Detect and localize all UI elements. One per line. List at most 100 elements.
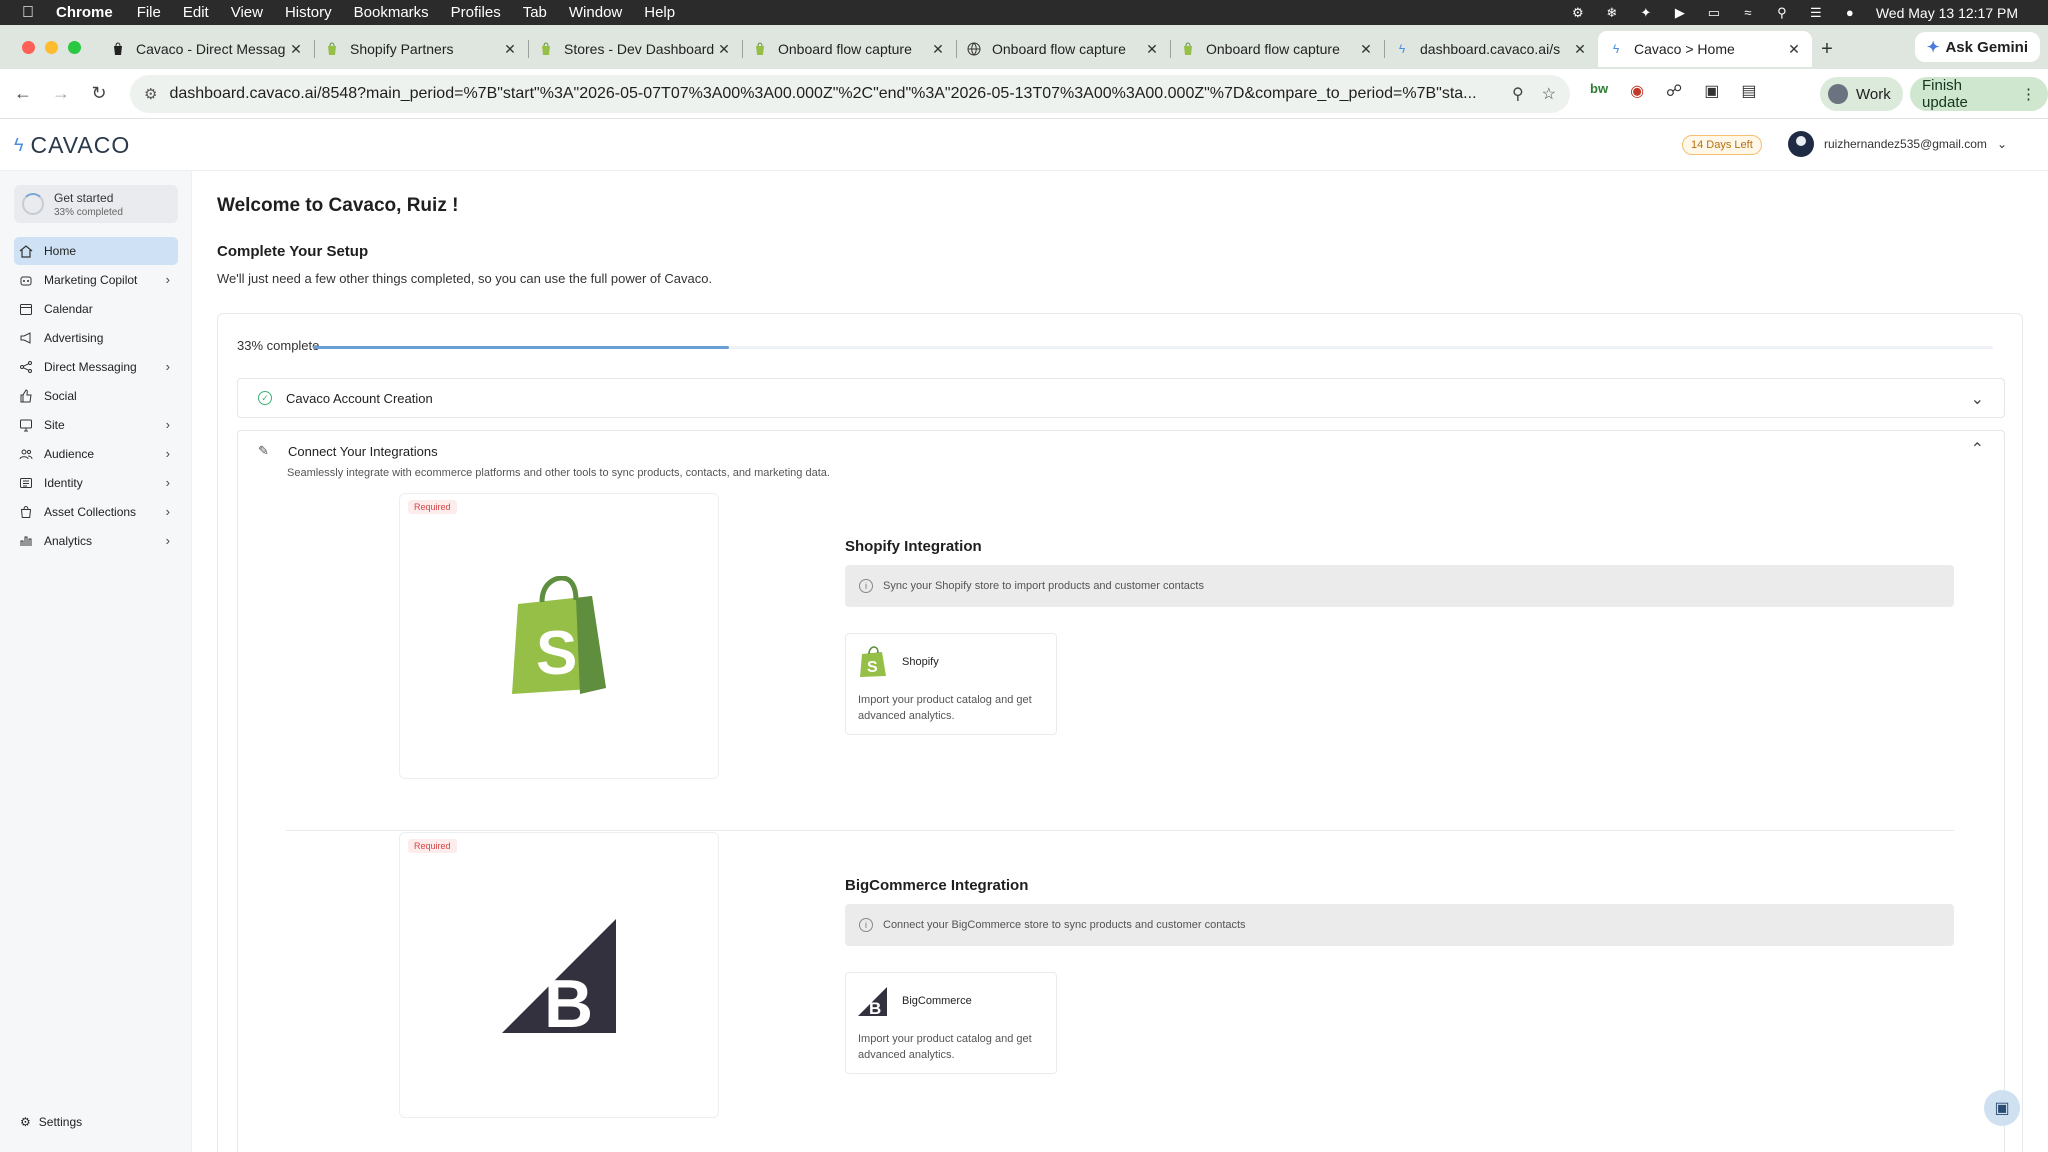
logo-text: CAVACO <box>30 132 131 158</box>
browser-tab-active[interactable]: ϟ Cavaco > Home ✕ <box>1598 31 1812 67</box>
sidebar-item-direct-messaging[interactable]: Direct Messaging › <box>14 353 178 381</box>
accordion-title: Connect Your Integrations <box>288 443 438 459</box>
control-center-icon[interactable]: ☰ <box>1808 5 1824 21</box>
get-started-button[interactable]: Get started 33% completed <box>14 185 178 223</box>
search-icon[interactable]: ⚲ <box>1774 5 1790 21</box>
address-bar[interactable]: ⚙ dashboard.cavaco.ai/8548?main_period=%… <box>130 75 1570 113</box>
sidebar-item-site[interactable]: Site › <box>14 411 178 439</box>
menu-view[interactable]: View <box>231 4 263 21</box>
link-extension-icon[interactable]: ☍ <box>1666 81 1682 101</box>
extensions-puzzle-icon[interactable]: ▣ <box>1704 81 1719 101</box>
account-creation-accordion[interactable]: ✓ Cavaco Account Creation ⌄ <box>237 378 2005 418</box>
back-arrow-icon[interactable]: ← <box>4 83 42 104</box>
close-icon[interactable]: ✕ <box>1786 41 1802 58</box>
battery-icon[interactable]: ▭ <box>1706 5 1722 21</box>
browser-tab[interactable]: ϟ dashboard.cavaco.ai/s ✕ <box>1384 31 1598 67</box>
window-controls <box>22 41 81 54</box>
tab-search-icon[interactable]: ▤ <box>1741 81 1756 101</box>
siri-icon[interactable]: ● <box>1842 5 1858 21</box>
sidebar-item-advertising[interactable]: Advertising <box>14 324 178 352</box>
sidebar-item-asset-collections[interactable]: Asset Collections › <box>14 498 178 526</box>
browser-tab[interactable]: Shopify Partners ✕ <box>314 31 528 67</box>
browser-tab-strip: Cavaco - Direct Messag ✕ Shopify Partner… <box>0 25 2048 69</box>
calendar-icon <box>18 301 34 317</box>
close-icon[interactable]: ✕ <box>1572 41 1588 58</box>
shopify-connect-tile[interactable]: S Shopify Import your product catalog an… <box>845 633 1057 735</box>
close-icon[interactable]: ✕ <box>502 41 518 58</box>
close-icon[interactable]: ✕ <box>930 41 946 58</box>
profile-button[interactable]: Work <box>1820 77 1903 111</box>
tab-title: dashboard.cavaco.ai/s <box>1420 41 1561 57</box>
chrome-extension-icon[interactable]: ◉ <box>1630 81 1644 101</box>
menu-bar-clock[interactable]: Wed May 13 12:17 PM <box>1876 5 2018 21</box>
ask-gemini-button[interactable]: ✦ Ask Gemini <box>1914 32 2040 62</box>
menu-bookmarks[interactable]: Bookmarks <box>354 4 429 21</box>
sidebar-item-calendar[interactable]: Calendar <box>14 295 178 323</box>
browser-tab[interactable]: Stores - Dev Dashboard ✕ <box>528 31 742 67</box>
sidebar-item-settings[interactable]: ⚙ Settings <box>20 1115 82 1129</box>
sidebar-item-social[interactable]: Social <box>14 382 178 410</box>
gear-status-icon[interactable]: ⚙ <box>1570 5 1586 21</box>
browser-tab[interactable]: Onboard flow capture ✕ <box>956 31 1170 67</box>
user-menu[interactable]: ruizhernandez535@gmail.com ⌄ <box>1788 131 2007 157</box>
menu-help[interactable]: Help <box>644 4 675 21</box>
menu-file[interactable]: File <box>137 4 161 21</box>
browser-tab[interactable]: Onboard flow capture ✕ <box>1170 31 1384 67</box>
forward-arrow-icon[interactable]: → <box>42 83 80 104</box>
menu-bar-status: ⚙ ❄ ✦ ▶ ▭ ≈ ⚲ ☰ ● Wed May 13 12:17 PM <box>1570 0 2018 25</box>
svg-text:B: B <box>869 999 881 1017</box>
sidebar-item-audience[interactable]: Audience › <box>14 440 178 468</box>
integrations-subtitle: Seamlessly integrate with ecommerce plat… <box>287 467 830 479</box>
trial-days-badge[interactable]: 14 Days Left <box>1682 135 1762 155</box>
sidebar-item-marketing-copilot[interactable]: Marketing Copilot › <box>14 266 178 294</box>
close-icon[interactable]: ✕ <box>288 41 304 58</box>
sidebar-item-analytics[interactable]: Analytics › <box>14 527 178 555</box>
sidebar-item-label: Direct Messaging <box>44 360 137 374</box>
wifi-icon[interactable]: ≈ <box>1740 5 1756 21</box>
apple-icon[interactable]:  <box>0 4 56 22</box>
sparkle-icon[interactable]: ✦ <box>1638 5 1654 21</box>
address-bar-url[interactable]: dashboard.cavaco.ai/8548?main_period=%7B… <box>169 85 1493 103</box>
site-info-icon[interactable]: ⚙ <box>144 85 157 103</box>
snowflake-icon[interactable]: ❄ <box>1604 5 1620 21</box>
app-header: ϟ CAVACO 14 Days Left ruizhernandez535@g… <box>0 119 2048 171</box>
close-window-button[interactable] <box>22 41 35 54</box>
minimize-window-button[interactable] <box>45 41 58 54</box>
chat-support-button[interactable]: ▣ <box>1984 1090 2020 1126</box>
close-icon[interactable]: ✕ <box>1144 41 1160 58</box>
bitwarden-extension-icon[interactable]: bw <box>1590 81 1608 101</box>
menu-edit[interactable]: Edit <box>183 4 209 21</box>
zoom-window-button[interactable] <box>68 41 81 54</box>
setup-card: 33% complete ✓ Cavaco Account Creation ⌄… <box>217 313 2023 1152</box>
menu-window[interactable]: Window <box>569 4 622 21</box>
menu-profiles[interactable]: Profiles <box>451 4 501 21</box>
sidebar-item-identity[interactable]: Identity › <box>14 469 178 497</box>
chevron-up-icon[interactable]: ⌃ <box>1971 439 1984 459</box>
menu-tab[interactable]: Tab <box>523 4 547 21</box>
sidebar-item-home[interactable]: Home <box>14 237 178 265</box>
reload-icon[interactable]: ↻ <box>80 83 118 104</box>
sidebar-item-label: Marketing Copilot <box>44 273 138 287</box>
integrations-accordion-header[interactable]: ✎ Connect Your Integrations <box>258 443 438 459</box>
zoom-icon[interactable]: ⚲ <box>1512 84 1524 104</box>
info-icon: i <box>859 579 873 593</box>
close-icon[interactable]: ✕ <box>716 41 732 58</box>
cavaco-logo[interactable]: ϟ CAVACO <box>14 132 130 159</box>
menu-chrome[interactable]: Chrome <box>56 4 113 21</box>
shopify-bag-icon <box>110 41 126 57</box>
bigcommerce-connect-tile[interactable]: B BigCommerce Import your product catalo… <box>845 972 1057 1074</box>
bookmark-star-icon[interactable]: ☆ <box>1542 84 1556 104</box>
new-tab-button[interactable]: + <box>1812 31 1842 67</box>
monitor-icon <box>18 417 34 433</box>
menu-history[interactable]: History <box>285 4 332 21</box>
chevron-down-icon[interactable]: ⌄ <box>1971 389 1984 409</box>
browser-tab[interactable]: Cavaco - Direct Messag ✕ <box>100 31 314 67</box>
gear-icon: ⚙ <box>20 1115 31 1129</box>
play-icon[interactable]: ▶ <box>1672 5 1688 21</box>
browser-tab[interactable]: Onboard flow capture ✕ <box>742 31 956 67</box>
tab-list: Cavaco - Direct Messag ✕ Shopify Partner… <box>100 31 1842 69</box>
chevron-right-icon: › <box>165 475 170 490</box>
close-icon[interactable]: ✕ <box>1358 41 1374 58</box>
finish-update-button[interactable]: Finish update ⋮ <box>1910 77 2048 111</box>
tab-title: Cavaco > Home <box>1634 41 1735 57</box>
